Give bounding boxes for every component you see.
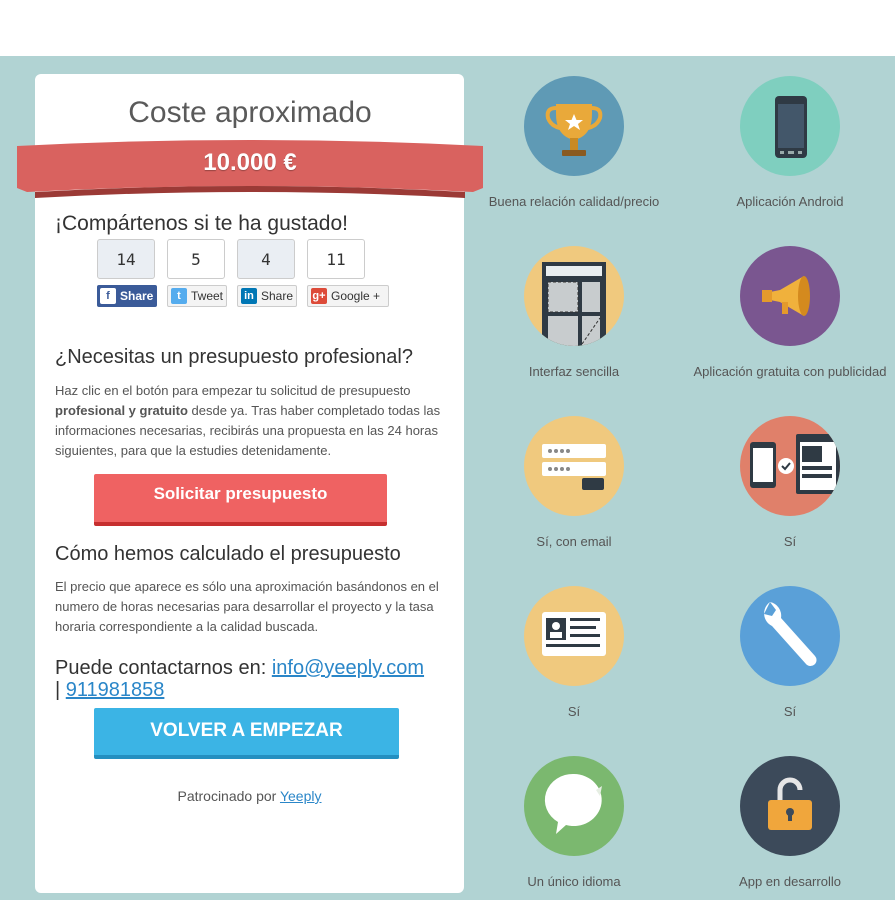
feature-label: Sí, con email [536, 534, 612, 549]
restart-button[interactable]: VOLVER A EMPEZAR [94, 708, 399, 759]
wrench-icon [740, 586, 840, 686]
google-plus-button[interactable]: g+ Google + [307, 285, 389, 307]
calculation-heading: Cómo hemos calculado el presupuesto [55, 543, 401, 565]
facebook-share-count: 14 [97, 239, 155, 279]
trophy-icon [524, 76, 624, 176]
google-plus-label: Google + [331, 289, 381, 303]
feature-label: Interfaz sencilla [528, 364, 620, 379]
feature-label: Sí [567, 704, 581, 719]
feature-profile: Sí [469, 586, 679, 719]
feature-label: Buena relación calidad/precio [488, 194, 660, 209]
sponsor-note: Patrocinado por Yeeply [35, 788, 464, 804]
linkedin-share-count: 4 [237, 239, 295, 279]
megaphone-icon [740, 246, 840, 346]
linkedin-share-label: Share [261, 289, 294, 303]
feature-label: Un único idioma [527, 874, 621, 889]
facebook-share-label: Share [120, 289, 154, 303]
contact-separator: | [55, 679, 66, 701]
feature-app-status: App en desarrollo [685, 756, 895, 889]
twitter-share-count: 5 [167, 239, 225, 279]
twitter-tweet-button[interactable]: t Tweet [167, 285, 227, 307]
quote-text-bold: profesional y gratuito [55, 403, 188, 418]
feature-maintenance: Sí [685, 586, 895, 719]
google-plus-share-count: 11 [307, 239, 365, 279]
sponsor-prefix: Patrocinado por [177, 788, 280, 804]
feature-single-language: Un único idioma [469, 756, 679, 889]
calculation-text: El precio que aparece es sólo una aproxi… [55, 579, 439, 634]
feature-label: Sí [783, 534, 797, 549]
multi-device-icon [740, 416, 840, 516]
estimate-title: Coste aproximado [128, 96, 372, 129]
padlock-open-icon [740, 756, 840, 856]
feature-android: Aplicación Android [685, 76, 895, 209]
facebook-icon: f [100, 288, 116, 304]
smartphone-icon [740, 76, 840, 176]
feature-interface: Interfaz sencilla [469, 246, 679, 379]
id-card-icon [524, 586, 624, 686]
contact-prefix: Puede contactarnos en: [55, 657, 272, 679]
feature-label: Sí [783, 704, 797, 719]
estimated-price: 10.000 € [203, 149, 297, 176]
login-form-icon [524, 416, 624, 516]
google-plus-icon: g+ [311, 288, 327, 304]
request-quote-button[interactable]: Solicitar presupuesto [94, 474, 387, 526]
feature-free-with-ads: Aplicación gratuita con publicidad [685, 246, 895, 379]
feature-label: App en desarrollo [739, 874, 841, 889]
feature-label: Aplicación gratuita con publicidad [693, 364, 887, 379]
feature-multi-device: Sí [685, 416, 895, 549]
linkedin-icon: in [241, 288, 257, 304]
contact-phone-link[interactable]: 911981858 [66, 679, 165, 701]
feature-email-login: Sí, con email [469, 416, 679, 549]
professional-quote-heading: ¿Necesitas un presupuesto profesional? [55, 346, 413, 368]
quote-text-intro: Haz clic en el botón para empezar tu sol… [55, 383, 411, 398]
share-heading: ¡Compártenos si te ha gustado! [55, 212, 348, 235]
contact-info: Puede contactarnos en: info@yeeply.com | … [55, 657, 455, 701]
facebook-share-button[interactable]: f Share [97, 285, 157, 307]
twitter-icon: t [171, 288, 187, 304]
feature-quality-price: Buena relación calidad/precio [469, 76, 679, 209]
speech-bubble-icon [524, 756, 624, 856]
contact-email-link[interactable]: info@yeeply.com [272, 657, 424, 679]
sponsor-link[interactable]: Yeeply [280, 788, 322, 804]
interface-layout-icon [524, 246, 624, 346]
twitter-tweet-label: Tweet [191, 289, 224, 303]
linkedin-share-button[interactable]: in Share [237, 285, 297, 307]
feature-label: Aplicación Android [736, 194, 844, 209]
professional-quote-text: Haz clic en el botón para empezar tu sol… [55, 381, 455, 461]
